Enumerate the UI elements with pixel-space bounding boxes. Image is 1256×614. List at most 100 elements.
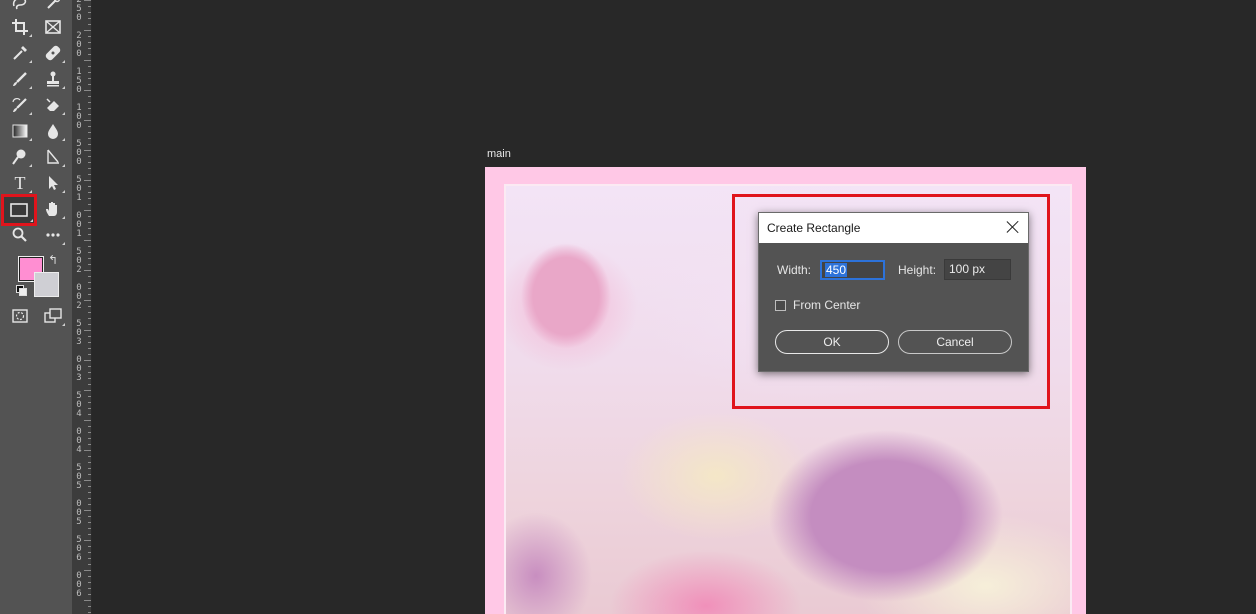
ruler-tick (88, 546, 91, 547)
ruler-tick (88, 372, 91, 373)
pen-icon[interactable] (40, 146, 66, 168)
from-center-checkbox[interactable] (775, 300, 786, 311)
ruler-tick (88, 348, 91, 349)
ruler-digit: 0 (76, 121, 82, 131)
quick-selection-icon[interactable] (40, 0, 66, 14)
ruler-tick (88, 588, 91, 589)
ruler-tick (88, 324, 91, 325)
background-color-swatch[interactable] (34, 272, 59, 297)
frame-icon[interactable] (40, 16, 66, 38)
ruler-tick (88, 54, 91, 55)
from-center-label: From Center (793, 298, 861, 312)
ruler-tick (88, 234, 91, 235)
dialog-title-bar: Create Rectangle (759, 213, 1028, 243)
hand-icon[interactable] (40, 198, 66, 220)
more-icon[interactable] (40, 224, 66, 246)
ruler-tick (88, 102, 91, 103)
blur-icon[interactable] (40, 120, 66, 142)
ruler-digit: 3 (76, 337, 82, 347)
dodge-icon[interactable] (7, 146, 33, 168)
vertical-ruler: 2502001501005005010015020025030035040045… (72, 0, 92, 614)
clone-stamp-icon[interactable] (40, 68, 66, 90)
ruler-tick (88, 108, 91, 109)
ruler-digit: 2 (76, 301, 82, 311)
screen-mode-icon[interactable] (40, 305, 66, 327)
ruler-tick (88, 12, 91, 13)
ruler-tick (88, 564, 91, 565)
tools-panel: T ↰ (0, 0, 73, 614)
cancel-button[interactable]: Cancel (898, 330, 1012, 354)
ruler-tick (88, 288, 91, 289)
ruler-tick (84, 480, 91, 481)
ruler-tick (88, 138, 91, 139)
ruler-tick (88, 66, 91, 67)
ruler-tick (88, 354, 91, 355)
ruler-tick (88, 96, 91, 97)
ruler-tick (88, 258, 91, 259)
ruler-digit: 2 (76, 265, 82, 275)
ok-button[interactable]: OK (775, 330, 889, 354)
history-brush-icon[interactable] (7, 94, 33, 116)
ruler-digit: 1 (76, 193, 82, 203)
ruler-tick (88, 252, 91, 253)
ruler-tick (88, 498, 91, 499)
ruler-tick (88, 396, 91, 397)
ruler-tick (88, 168, 91, 169)
path-selection-icon[interactable] (40, 172, 66, 194)
ruler-digit: 0 (76, 13, 82, 23)
rectangle-icon[interactable] (1, 194, 37, 226)
ruler-tick (88, 432, 91, 433)
ruler-tick (88, 558, 91, 559)
ruler-tick (88, 294, 91, 295)
zoom-icon[interactable] (7, 224, 33, 246)
close-icon[interactable] (1006, 220, 1020, 234)
healing-brush-icon[interactable] (40, 42, 66, 64)
ruler-tick (84, 540, 91, 541)
ruler-tick (88, 186, 91, 187)
ruler-tick (88, 126, 91, 127)
ruler-tick (88, 174, 91, 175)
width-field[interactable]: 450 (820, 260, 885, 280)
ruler-tick (84, 270, 91, 271)
ruler-digit: 4 (76, 445, 82, 455)
lasso-icon[interactable] (7, 0, 33, 14)
ruler-tick (88, 204, 91, 205)
crop-icon[interactable] (7, 16, 33, 38)
ruler-tick (88, 594, 91, 595)
ruler-tick (84, 150, 91, 151)
eraser-icon[interactable] (40, 94, 66, 116)
ruler-tick (88, 48, 91, 49)
type-icon[interactable]: T (7, 172, 33, 194)
ruler-tick (88, 606, 91, 607)
height-field[interactable]: 100 px (944, 259, 1011, 280)
default-colors-icon[interactable] (16, 285, 27, 296)
ruler-tick (88, 516, 91, 517)
swap-colors-icon[interactable]: ↰ (48, 253, 58, 267)
ruler-tick (88, 318, 91, 319)
ruler-digit: 0 (76, 85, 82, 95)
ruler-tick (84, 30, 91, 31)
brush-icon[interactable] (7, 68, 33, 90)
eyedropper-icon[interactable] (7, 42, 33, 64)
dialog-title: Create Rectangle (767, 221, 861, 235)
ruler-tick (88, 384, 91, 385)
ruler-tick (88, 216, 91, 217)
ruler-tick (88, 366, 91, 367)
cancel-label: Cancel (936, 335, 974, 349)
ruler-tick (84, 330, 91, 331)
ruler-tick (88, 306, 91, 307)
ruler-tick (88, 72, 91, 73)
quick-mask-icon[interactable] (7, 305, 33, 327)
ruler-tick (88, 486, 91, 487)
gradient-icon[interactable] (7, 120, 33, 142)
ruler-digit: 5 (76, 481, 82, 491)
ruler-digit: 6 (76, 589, 82, 599)
ruler-tick (88, 84, 91, 85)
ruler-tick (84, 570, 91, 571)
ruler-tick (88, 24, 91, 25)
ruler-tick (84, 60, 91, 61)
ruler-tick (88, 456, 91, 457)
ruler-tick (84, 420, 91, 421)
ruler-tick (84, 0, 91, 1)
ruler-tick (88, 552, 91, 553)
